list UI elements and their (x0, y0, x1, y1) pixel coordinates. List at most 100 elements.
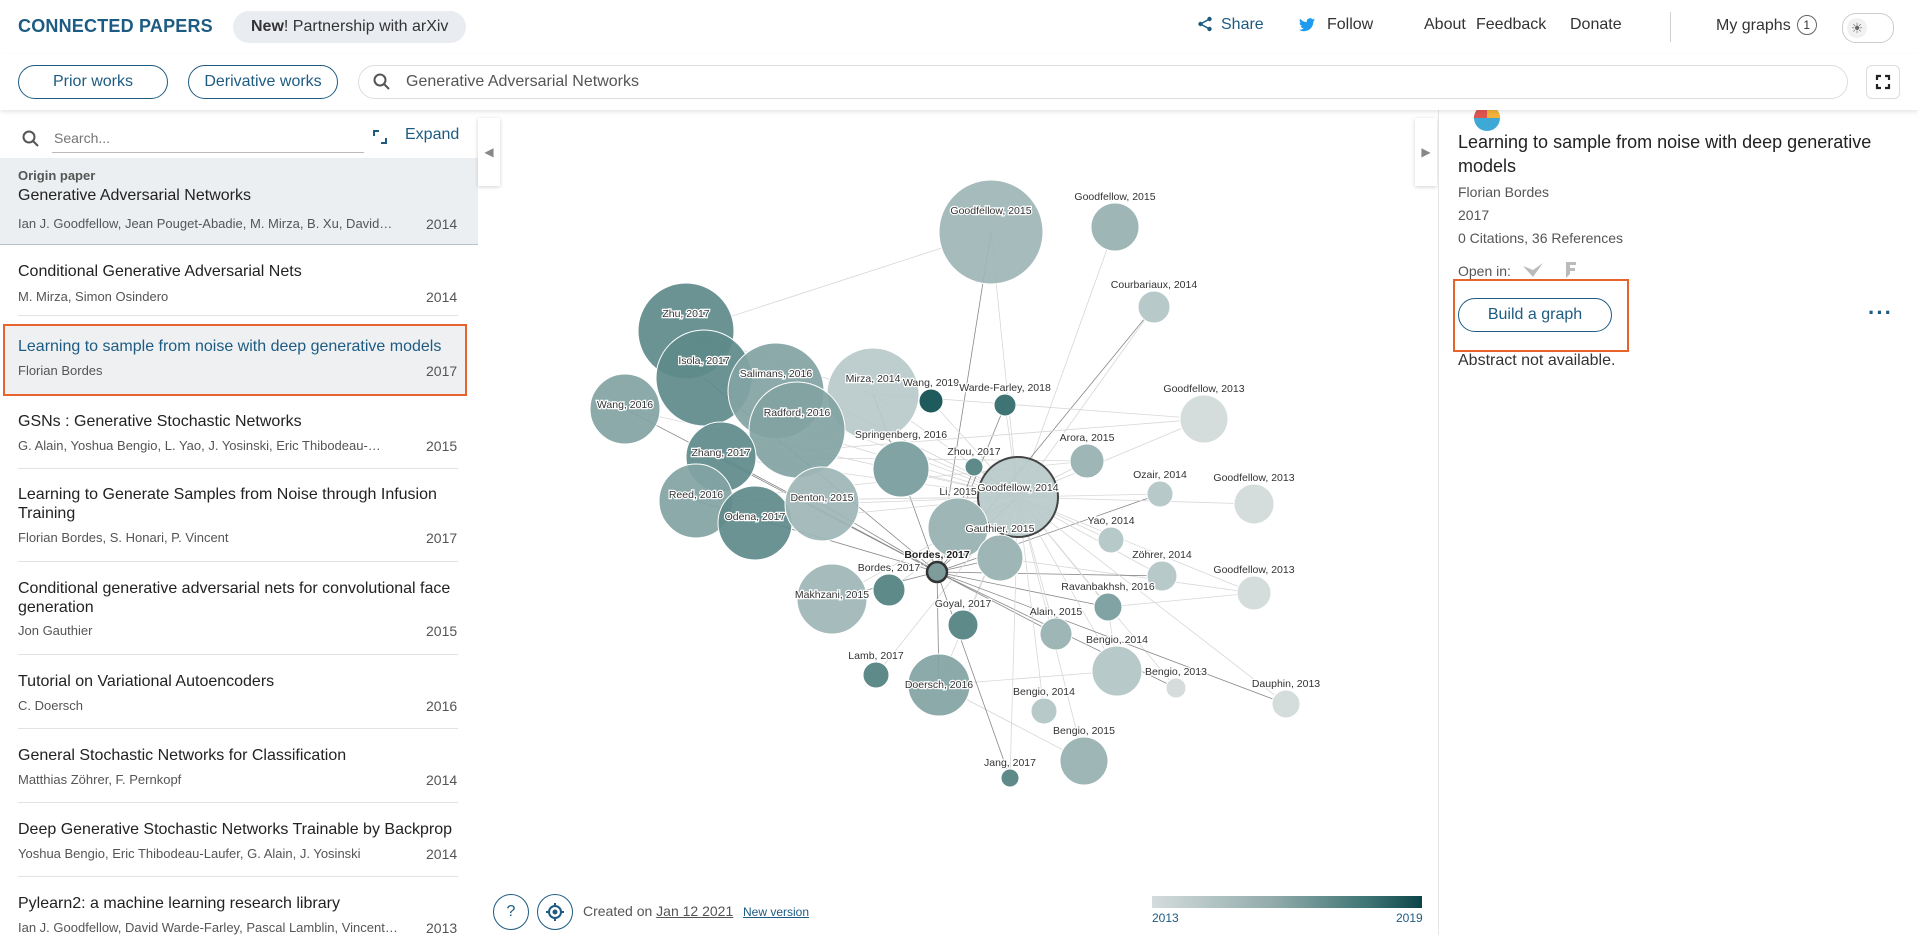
search-icon (373, 73, 390, 90)
graph-node[interactable] (993, 393, 1017, 417)
graph-node[interactable] (1039, 617, 1073, 651)
graph-node[interactable] (1233, 483, 1275, 525)
paper-title: Learning to Generate Samples from Noise … (18, 486, 437, 522)
list-search-input[interactable] (52, 124, 364, 153)
expand-icon[interactable] (372, 129, 388, 145)
graph-node[interactable] (918, 388, 944, 414)
recenter-button[interactable] (537, 894, 573, 930)
list-item[interactable]: Learning to Generate Samples from Noise … (0, 469, 478, 562)
origin-paper-title: Generative Adversarial Networks (18, 187, 251, 204)
build-graph-button[interactable]: Build a graph (1458, 298, 1612, 332)
list-item[interactable]: Deep Generative Stochastic Networks Trai… (0, 803, 478, 877)
feedback-link[interactable]: Feedback (1476, 16, 1546, 34)
nav-separator (1670, 12, 1671, 42)
graph-node[interactable] (1236, 575, 1272, 611)
my-graphs-count: 1 (1796, 15, 1817, 35)
share-link[interactable]: Share (1197, 16, 1264, 34)
graph-node[interactable] (784, 466, 860, 542)
graph-node[interactable] (1091, 645, 1143, 697)
graph-node[interactable] (1069, 443, 1105, 479)
graph-node[interactable] (1030, 697, 1058, 725)
origin-paper-authors: Ian J. Goodfellow, Jean Pouget-Abadie, M… (18, 216, 393, 231)
graph-node-label: Bengio, 2014 (1086, 634, 1148, 646)
graph-node-label: Goodfellow, 2013 (1163, 383, 1244, 395)
graph-node-label: Denton, 2015 (790, 492, 853, 504)
graph-node[interactable] (1146, 480, 1174, 508)
graph-node[interactable] (1000, 768, 1020, 788)
paper-year: 2017 (426, 363, 458, 379)
brand-logo[interactable]: CONNECTED PAPERS (18, 16, 213, 37)
list-item[interactable]: Tutorial on Variational Autoencoders C. … (0, 655, 478, 729)
graph-node[interactable] (1165, 677, 1187, 699)
graph-node[interactable] (976, 534, 1024, 582)
graph-node[interactable] (862, 661, 890, 689)
derivative-works-button[interactable]: Derivative works (188, 65, 338, 99)
fullscreen-icon (1875, 74, 1891, 90)
more-options-icon[interactable]: ··· (1868, 300, 1893, 326)
google-scholar-icon[interactable] (1562, 260, 1578, 280)
paper-title: General Stochastic Networks for Classifi… (18, 747, 347, 764)
my-graphs-link[interactable]: My graphs 1 (1716, 15, 1817, 35)
list-item-selected[interactable]: Learning to sample from noise with deep … (0, 326, 478, 392)
graph-node[interactable] (1059, 736, 1109, 786)
graph-node[interactable] (1271, 689, 1301, 719)
legend-min-year: 2013 (1152, 911, 1179, 925)
detail-citations: 0 Citations, 36 References (1458, 230, 1623, 246)
graph-node[interactable] (748, 381, 846, 479)
about-link[interactable]: About (1424, 16, 1466, 34)
new-version-link[interactable]: New version (743, 905, 809, 919)
paper-year: 2017 (426, 530, 458, 546)
list-item[interactable]: Pylearn2: a machine learning research li… (0, 877, 478, 936)
paper-year: 2014 (426, 846, 458, 862)
fullscreen-button[interactable] (1866, 65, 1900, 99)
graph-node-label: Goyal, 2017 (935, 598, 992, 610)
graph-node[interactable] (717, 485, 793, 561)
paper-graph[interactable]: Goodfellow, 2015 Goodfellow, 2015 Courbari… (478, 110, 1438, 935)
collapse-right-button[interactable]: ▶ (1415, 118, 1437, 186)
promo-badge[interactable]: New! Partnership with arXiv (233, 11, 467, 43)
graph-node[interactable] (1137, 290, 1171, 324)
detail-author[interactable]: Florian Bordes (1458, 184, 1549, 200)
list-item[interactable]: GSNs : Generative Stochastic Networks G.… (0, 395, 478, 469)
graph-node-label: Bordes, 2017 (858, 562, 921, 574)
origin-paper-item[interactable]: Origin paper Generative Adversarial Netw… (0, 158, 478, 245)
paper-title: Conditional Generative Adversarial Nets (18, 263, 302, 280)
graph-node[interactable] (938, 179, 1044, 285)
graph-node[interactable] (1093, 592, 1123, 622)
graph-node[interactable] (1090, 202, 1140, 252)
graph-node[interactable] (872, 440, 930, 498)
graph-node[interactable] (872, 573, 906, 607)
graph-nodes[interactable] (589, 179, 1301, 788)
follow-link[interactable]: Follow (1299, 16, 1373, 34)
paper-title: Learning to sample from noise with deep … (18, 338, 442, 355)
donate-link[interactable]: Donate (1570, 16, 1622, 34)
list-item[interactable]: General Stochastic Networks for Classifi… (0, 729, 478, 803)
graph-node-label: Makhzani, 2015 (795, 589, 869, 601)
graph-node[interactable] (925, 560, 949, 584)
list-item[interactable]: Conditional Generative Adversarial Nets … (0, 244, 478, 316)
paper-title: Conditional generative adversarial nets … (18, 580, 451, 616)
collapse-left-button[interactable]: ◀ (478, 118, 500, 186)
semantic-scholar-icon[interactable] (1522, 261, 1544, 279)
graph-node[interactable] (1179, 394, 1229, 444)
graph-node-label: Dauphin, 2013 (1252, 678, 1320, 690)
paper-authors: Florian Bordes (18, 363, 103, 378)
graph-node[interactable] (964, 457, 984, 477)
created-date[interactable]: Jan 12 2021 (656, 903, 733, 919)
year-legend-gradient (1152, 896, 1422, 908)
graph-canvas[interactable]: Goodfellow, 2015 Goodfellow, 2015 Courbari… (478, 110, 1438, 935)
graph-node-label: Arora, 2015 (1060, 432, 1115, 444)
graph-node-label: Springenberg, 2016 (855, 429, 947, 441)
graph-node[interactable] (1097, 526, 1125, 554)
graph-node-label: Li, 2015 (939, 486, 977, 498)
help-button[interactable]: ? (493, 894, 529, 930)
list-item[interactable]: Conditional generative adversarial nets … (0, 562, 478, 655)
paper-authors: G. Alain, Yoshua Bengio, L. Yao, J. Yosi… (18, 438, 381, 453)
graph-node-label: Bengio, 2015 (1053, 725, 1115, 737)
main-search-input[interactable]: Generative Adversarial Networks (358, 65, 1848, 99)
expand-button[interactable]: Expand (405, 126, 459, 144)
theme-toggle[interactable]: ☀ (1842, 13, 1894, 43)
graph-node-label: Salimans, 2016 (740, 368, 813, 380)
graph-node[interactable] (947, 609, 979, 641)
prior-works-button[interactable]: Prior works (18, 65, 168, 99)
